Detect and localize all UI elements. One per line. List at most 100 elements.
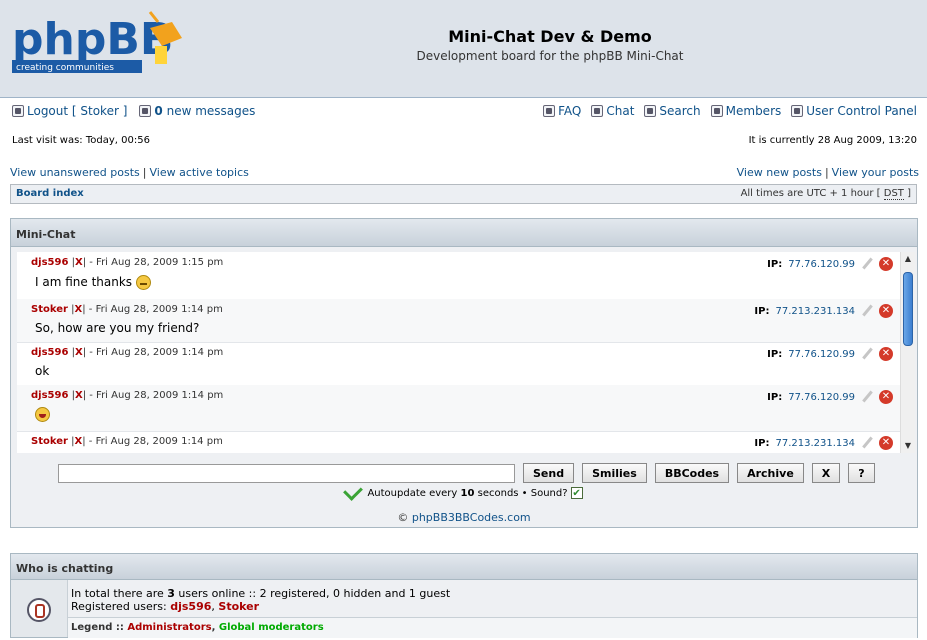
edit-icon[interactable] [861, 391, 873, 403]
chat-label[interactable]: Chat [606, 104, 634, 118]
message-username[interactable]: djs596 [31, 390, 68, 401]
smilies-button[interactable]: Smilies [582, 463, 647, 483]
user-link-djs596[interactable]: djs596 [170, 600, 211, 613]
delete-icon[interactable]: ✕ [879, 304, 893, 318]
close-button[interactable]: X [811, 463, 841, 483]
delete-link[interactable]: X [75, 436, 83, 447]
ip-label: IP: [767, 258, 783, 270]
breadcrumb: Board index All times are UTC + 1 hour [… [10, 184, 917, 204]
who-is-chatting-panel: Who is chatting In total there are 3 use… [10, 553, 918, 638]
chat-link[interactable]: Chat [591, 104, 634, 118]
delete-icon[interactable]: ✕ [879, 390, 893, 404]
site-description: Development board for the phpBB Mini-Cha… [416, 49, 684, 63]
sound-checkbox[interactable]: ✔ [570, 487, 583, 499]
search-icon [644, 105, 657, 117]
scroll-down-icon[interactable]: ▼ [901, 439, 915, 453]
neutral-smiley-icon [135, 275, 151, 290]
new-messages-label[interactable]: 0 new messages [154, 104, 255, 118]
faq-icon [543, 105, 556, 117]
delete-link[interactable]: X [75, 257, 83, 268]
scroll-up-icon[interactable]: ▲ [901, 252, 915, 266]
checkmark-icon [343, 481, 364, 501]
chat-message-input[interactable] [58, 463, 515, 483]
chat-message: Stoker |X| - Fri Aug 28, 2009 1:14 pm So… [17, 299, 901, 343]
message-username[interactable]: djs596 [31, 347, 68, 358]
message-username[interactable]: djs596 [31, 257, 68, 268]
bbcodes-button[interactable]: BBCodes [654, 463, 730, 483]
new-messages-link[interactable]: 0 new messages [139, 104, 255, 118]
edit-icon[interactable] [861, 437, 873, 449]
svg-text:phpBB: phpBB [12, 14, 173, 65]
laughing-smiley-icon [35, 407, 50, 422]
your-posts-link[interactable]: View your posts [832, 166, 919, 179]
members-label[interactable]: Members [726, 104, 782, 118]
chat-controls: Send Smilies BBCodes Archive X ? [58, 463, 875, 483]
chat-message: Stoker |X| - Fri Aug 28, 2009 1:14 pm IP… [17, 431, 901, 453]
chat-scrollbar[interactable]: ▲ ▼ [900, 252, 915, 453]
active-topics-link[interactable]: View active topics [149, 166, 248, 179]
users-online-summary: In total there are 3 users online :: 2 r… [71, 587, 451, 600]
delete-link[interactable]: X [75, 347, 83, 358]
svg-text:creating communities: creating communities [16, 63, 114, 73]
message-date: Fri Aug 28, 2009 1:14 pm [96, 347, 224, 358]
board-index-link[interactable]: Board index [16, 188, 84, 199]
minichat-title: Mini-Chat [11, 219, 917, 247]
delete-icon[interactable]: ✕ [879, 436, 893, 450]
chat-message: djs596 |X| - Fri Aug 28, 2009 1:15 pm I … [17, 252, 901, 300]
send-button[interactable]: Send [523, 463, 575, 483]
delete-link[interactable]: X [75, 390, 83, 401]
unanswered-posts-link[interactable]: View unanswered posts [10, 166, 140, 179]
message-text: ok [35, 364, 50, 378]
ip-link[interactable]: 77.76.120.99 [788, 259, 855, 270]
message-text: I am fine thanks [35, 275, 133, 289]
faq-link[interactable]: FAQ [543, 104, 581, 118]
view-links-left: View unanswered posts | View active topics [10, 166, 249, 179]
delete-icon[interactable]: ✕ [879, 257, 893, 271]
site-title: Mini-Chat Dev & Demo [448, 27, 652, 46]
faq-label[interactable]: FAQ [558, 104, 581, 118]
search-link[interactable]: Search [644, 104, 701, 118]
ip-link[interactable]: 77.213.231.134 [775, 306, 855, 317]
copyright-link[interactable]: phpBB3BBCodes.com [412, 511, 531, 524]
message-username[interactable]: Stoker [31, 304, 68, 315]
help-button[interactable]: ? [848, 463, 875, 483]
user-icon [791, 105, 804, 117]
ip-link[interactable]: 77.76.120.99 [788, 392, 855, 403]
who-is-chatting-title: Who is chatting [11, 554, 917, 580]
logout-link[interactable]: Logout [ Stoker ] [12, 104, 127, 118]
timezone-info: All times are UTC + 1 hour [ DST ] [740, 188, 911, 200]
message-date: Fri Aug 28, 2009 1:15 pm [96, 257, 224, 268]
edit-icon[interactable] [861, 258, 873, 270]
nav-bar: Logout [ Stoker ] 0 new messages FAQ Cha… [0, 104, 927, 122]
ucp-link[interactable]: User Control Panel [791, 104, 917, 118]
search-label[interactable]: Search [659, 104, 700, 118]
copyright: © phpBB3BBCodes.com [397, 511, 531, 524]
members-link[interactable]: Members [710, 104, 782, 118]
user-link-stoker[interactable]: Stoker [218, 600, 259, 613]
delete-icon[interactable]: ✕ [879, 347, 893, 361]
registered-users: Registered users: djs596, Stoker [71, 600, 260, 613]
users-online-icon [27, 598, 51, 622]
phpbb-logo[interactable]: phpBB creating communities [12, 8, 187, 84]
message-text: So, how are you my friend? [35, 321, 200, 335]
members-icon [710, 105, 723, 117]
autoupdate-status: Autoupdate every 10 seconds • Sound? ✔ [11, 481, 917, 501]
last-visit: Last visit was: Today, 00:56 [12, 135, 150, 146]
ucp-label[interactable]: User Control Panel [806, 104, 917, 118]
ip-link[interactable]: 77.213.231.134 [775, 438, 855, 449]
logout-label[interactable]: Logout [ Stoker ] [27, 104, 127, 118]
ip-label: IP: [754, 305, 770, 317]
new-posts-link[interactable]: View new posts [737, 166, 822, 179]
legend-global-moderators[interactable]: Global moderators [219, 622, 324, 633]
chat-messages[interactable]: djs596 |X| - Fri Aug 28, 2009 1:15 pm I … [17, 252, 915, 453]
scroll-thumb[interactable] [903, 272, 913, 346]
edit-icon[interactable] [861, 348, 873, 360]
delete-link[interactable]: X [75, 304, 83, 315]
archive-button[interactable]: Archive [737, 463, 804, 483]
legend-administrators[interactable]: Administrators [127, 622, 211, 633]
ip-link[interactable]: 77.76.120.99 [788, 349, 855, 360]
chat-message: djs596 |X| - Fri Aug 28, 2009 1:14 pm ok… [17, 342, 901, 386]
edit-icon[interactable] [861, 305, 873, 317]
view-links-right: View new posts | View your posts [736, 166, 919, 179]
message-username[interactable]: Stoker [31, 436, 68, 447]
